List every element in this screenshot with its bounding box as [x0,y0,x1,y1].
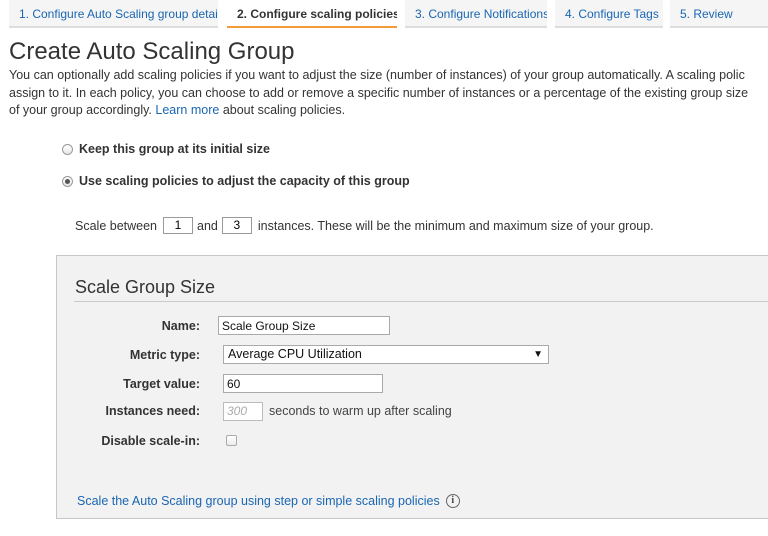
wizard-tabs: 1. Configure Auto Scaling group details … [0,0,768,28]
warmup-seconds-input[interactable]: 300 [223,402,263,421]
intro-line: assign to it. In each policy, you can ch… [9,85,749,100]
tab-review[interactable]: 5. Review [670,0,768,28]
page-title: Create Auto Scaling Group [9,38,295,65]
step-simple-policy-link[interactable]: Scale the Auto Scaling group using step … [77,494,440,508]
tab-configure-notifications[interactable]: 3. Configure Notifications [405,0,547,28]
target-value-label: Target value: [123,377,200,391]
min-size-input[interactable] [163,217,194,234]
tab-configure-tags[interactable]: 4. Configure Tags [555,0,663,28]
warmup-text: seconds to warm up after scaling [269,404,452,418]
tab-configure-details[interactable]: 1. Configure Auto Scaling group details [9,0,218,28]
use-policies-label: Use scaling policies to adjust the capac… [79,174,410,188]
scaling-policy-panel: Scale Group Size Name: Metric type: Aver… [56,255,768,519]
intro-line: of your group accordingly. Learn more ab… [9,102,768,120]
disable-scale-in-checkbox[interactable] [226,435,237,446]
tab-label: 5. Review [680,7,733,21]
keep-initial-label: Keep this group at its initial size [79,142,271,156]
max-size-input[interactable] [221,217,252,234]
policy-name-input[interactable] [218,316,390,335]
metric-type-label: Metric type: [129,348,200,362]
intro-text: You can optionally add scaling policies … [9,67,768,120]
panel-divider [74,301,768,302]
intro-line: You can optionally add scaling policies … [9,68,745,82]
metric-type-select[interactable]: Average CPU Utilization ▼ [223,345,549,364]
use-policies-radio[interactable] [62,175,73,187]
tab-configure-scaling-policies[interactable]: 2. Configure scaling policies [227,0,397,28]
scale-suffix: instances. These will be the minimum and… [257,218,654,233]
scale-and: and [197,218,218,233]
scale-range-row: Scale between and instances. These will … [75,217,654,234]
info-icon[interactable]: i [445,494,460,508]
disable-scale-in-label: Disable scale-in: [101,434,200,448]
tab-label: 1. Configure Auto Scaling group details [19,7,218,21]
option-keep-initial-size[interactable]: Keep this group at its initial size [62,142,270,156]
metric-type-value: Average CPU Utilization [228,347,362,361]
scale-prefix: Scale between [75,218,158,233]
dropdown-arrow-icon: ▼ [533,349,543,360]
intro-line-text: about scaling policies. [222,103,346,117]
tab-label: 4. Configure Tags [565,7,659,21]
target-value-input[interactable] [223,374,383,393]
option-use-scaling-policies[interactable]: Use scaling policies to adjust the capac… [62,174,410,188]
tab-label: 2. Configure scaling policies [237,7,397,21]
name-label: Name: [161,319,200,333]
policy-title: Scale Group Size [75,277,216,297]
instances-need-label: Instances need: [105,404,200,418]
step-policy-link-row: Scale the Auto Scaling group using step … [77,494,460,508]
learn-more-link[interactable]: Learn more [155,103,219,117]
intro-line-text: of your group accordingly. [9,103,152,117]
tab-label: 3. Configure Notifications [415,7,547,21]
keep-initial-radio[interactable] [62,143,73,155]
